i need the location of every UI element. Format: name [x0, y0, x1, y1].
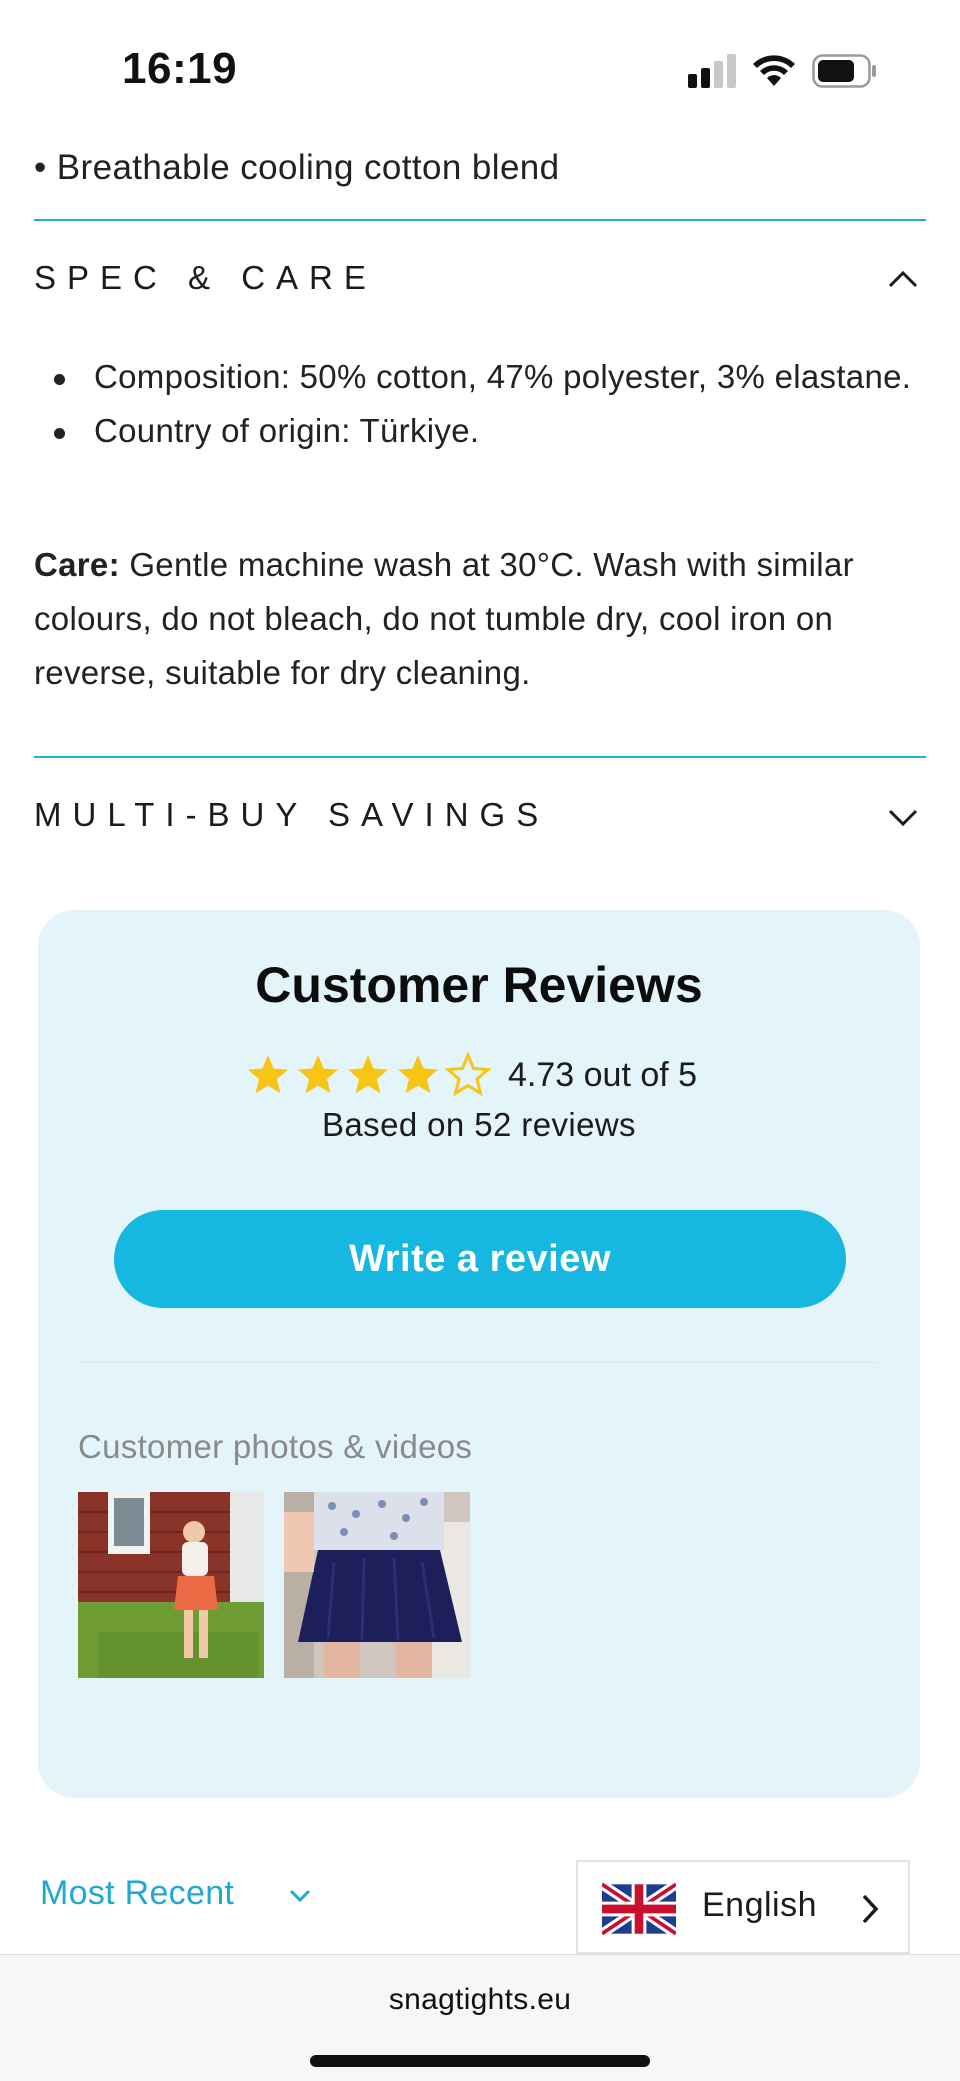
section-divider: [34, 219, 926, 221]
wifi-icon: [753, 55, 795, 86]
star-icon: [298, 1055, 338, 1094]
review-count: Based on 52 reviews: [322, 1106, 636, 1143]
section-divider: [34, 756, 926, 758]
home-indicator[interactable]: [310, 2055, 650, 2067]
language-selector[interactable]: English: [576, 1860, 910, 1954]
chevron-up-icon[interactable]: [886, 268, 920, 290]
language-label: English: [702, 1886, 818, 1924]
spec-country-of-origin: Country of origin: Türkiye.: [34, 404, 914, 458]
chevron-down-icon[interactable]: [886, 806, 920, 828]
battery-icon: [812, 54, 876, 88]
url-text[interactable]: snagtights.eu: [0, 1983, 960, 2017]
customer-photo-thumbnail[interactable]: [78, 1492, 264, 1678]
star-rating: [248, 1053, 490, 1095]
reviews-title: Customer Reviews: [255, 957, 703, 1013]
status-time: 16:19: [122, 44, 238, 93]
multi-buy-title[interactable]: MULTI-BUY SAVINGS: [34, 796, 549, 834]
reviews-widget: Customer Reviews 4.73 out of 5 Based on …: [38, 910, 920, 1798]
status-bar: 16:19: [0, 0, 960, 140]
write-review-button[interactable]: Write a review: [114, 1210, 846, 1308]
half-star-icon: [446, 1053, 490, 1095]
feature-bullet: • Breathable cooling cotton blend: [34, 148, 560, 187]
care-text: Gentle machine wash at 30°C. Wash with s…: [34, 546, 854, 691]
spec-composition: Composition: 50% cotton, 47% polyester, …: [34, 350, 914, 404]
spec-list: Composition: 50% cotton, 47% polyester, …: [34, 350, 914, 458]
care-label: Care:: [34, 546, 120, 583]
uk-flag-icon: [602, 1882, 676, 1936]
care-instructions: Care: Gentle machine wash at 30°C. Wash …: [34, 538, 926, 700]
chevron-down-icon[interactable]: [288, 1888, 312, 1904]
spec-care-title[interactable]: SPEC & CARE: [34, 259, 377, 297]
star-icon: [398, 1055, 438, 1094]
browser-address-bar[interactable]: snagtights.eu: [0, 1954, 960, 2081]
chevron-right-icon: [862, 1894, 879, 1924]
card-divider: [78, 1362, 878, 1363]
cellular-signal-icon: [688, 52, 740, 88]
sort-dropdown[interactable]: Most Recent: [40, 1874, 234, 1913]
average-rating: 4.73 out of 5: [508, 1056, 698, 1094]
customer-photos-label: Customer photos & videos: [78, 1428, 473, 1465]
customer-photo-thumbnail[interactable]: [284, 1492, 470, 1678]
star-icon: [248, 1055, 288, 1094]
star-icon: [348, 1055, 388, 1094]
